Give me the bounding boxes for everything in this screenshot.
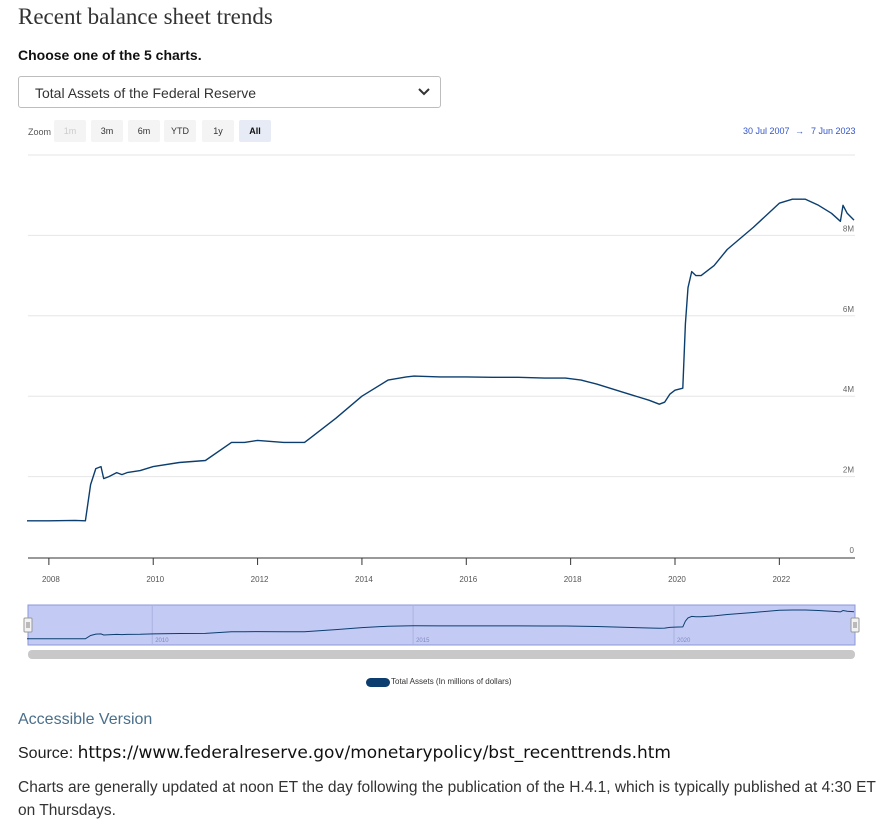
x-tick-label: 2018 — [564, 575, 582, 584]
navigator-right-handle[interactable] — [850, 617, 860, 633]
navigator-tick-label: 2020 — [677, 638, 691, 644]
source-url: https://www.federalreserve.gov/monetaryp… — [77, 743, 671, 763]
update-note: Charts are generally updated at noon ET … — [18, 779, 876, 819]
y-axis-labels: 0 2M 4M 6M 8M — [843, 224, 855, 555]
series-line-total-assets — [27, 198, 855, 522]
y-tick-label: 0 — [850, 546, 855, 555]
plot-area — [27, 198, 855, 522]
legend-swatch — [366, 678, 390, 687]
grid-lines — [28, 154, 855, 478]
accessible-version-link[interactable]: Accessible Version — [18, 711, 152, 729]
source-label: Source: — [18, 745, 74, 762]
y-tick-label: 6M — [843, 305, 854, 314]
x-axis: 2008 2010 2012 2014 2016 2018 2020 2022 — [28, 557, 855, 584]
y-tick-label: 2M — [843, 466, 854, 475]
x-tick-label: 2016 — [459, 575, 477, 584]
x-tick-label: 2012 — [251, 575, 269, 584]
navigator-left-handle[interactable] — [23, 617, 33, 633]
x-tick-label: 2022 — [772, 575, 790, 584]
x-tick-label: 2020 — [668, 575, 686, 584]
navigator-tick-label: 2010 — [155, 638, 169, 644]
x-tick-label: 2008 — [42, 575, 60, 584]
navigator-tick-label: 2015 — [416, 638, 430, 644]
x-tick-label: 2014 — [355, 575, 373, 584]
source-line: Source: https://www.federalreserve.gov/m… — [18, 743, 671, 763]
y-tick-label: 4M — [843, 385, 854, 394]
x-tick-label: 2010 — [146, 575, 164, 584]
navigator-scrollbar[interactable] — [28, 650, 855, 659]
chart-svg: 02M4M6M8M 2008 2010 2012 2014 2016 2018 2020 20… — [23, 154, 860, 659]
legend-label: Total Assets (In millions of dollars) — [391, 677, 512, 686]
y-tick-label: 8M — [843, 224, 854, 233]
navigator: 2010 2015 2020 — [23, 604, 860, 659]
